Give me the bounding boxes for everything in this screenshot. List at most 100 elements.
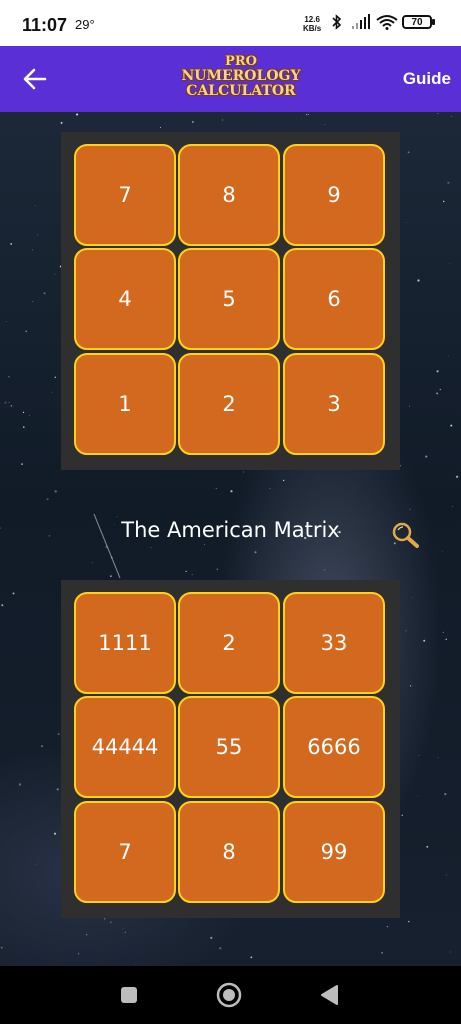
star [18, 783, 22, 786]
star [215, 487, 217, 490]
star [23, 426, 25, 428]
home-button[interactable] [215, 981, 243, 1013]
star [450, 116, 452, 117]
star [32, 300, 34, 302]
matrix-cell-6[interactable]: 6666 [283, 696, 385, 798]
grid1-cell-4[interactable]: 4 [74, 248, 176, 350]
star [425, 455, 428, 458]
star [269, 488, 271, 490]
star [250, 956, 253, 959]
grid1-cell-8[interactable]: 8 [178, 144, 280, 246]
star [442, 631, 444, 633]
guide-button[interactable]: Guide [403, 69, 451, 89]
star [445, 874, 447, 876]
star [442, 200, 445, 203]
matrix-cell-4[interactable]: 44444 [74, 696, 176, 798]
star [451, 506, 453, 507]
grid1-cell-1[interactable]: 1 [74, 353, 176, 455]
star [22, 411, 25, 414]
star [25, 330, 27, 333]
star [216, 568, 219, 571]
star [230, 490, 233, 493]
star [243, 471, 244, 473]
magnifier-icon [392, 522, 419, 548]
star [60, 121, 63, 124]
star [423, 639, 426, 642]
back-triangle-icon [321, 985, 338, 1005]
star [210, 936, 213, 940]
star [110, 921, 112, 923]
matrix-cell-9[interactable]: 99 [283, 801, 385, 903]
star [301, 118, 303, 119]
star [8, 401, 10, 403]
star [10, 405, 13, 407]
grid1-cell-3[interactable]: 3 [283, 353, 385, 455]
matrix-cell-2[interactable]: 2 [178, 592, 280, 694]
grid1-cell-5[interactable]: 5 [178, 248, 280, 350]
star [46, 498, 49, 501]
star [436, 392, 439, 395]
system-nav-bar [0, 966, 461, 1024]
star [1, 604, 4, 607]
grid1-cell-2[interactable]: 2 [178, 353, 280, 455]
back-nav-button[interactable] [318, 983, 340, 1011]
network-speed: 12.6 KB/s [303, 15, 321, 33]
wifi-icon [376, 14, 398, 34]
star [408, 920, 410, 923]
star [445, 638, 447, 641]
logo-line-1: PRO [225, 54, 257, 69]
star [192, 121, 194, 123]
matrix-cell-8[interactable]: 8 [178, 801, 280, 903]
star [10, 242, 13, 245]
star [405, 222, 407, 223]
star [449, 951, 451, 953]
star [221, 119, 223, 121]
grid1-cell-9[interactable]: 9 [283, 144, 385, 246]
matrix-cell-3[interactable]: 33 [283, 592, 385, 694]
star [408, 405, 411, 407]
star [439, 388, 441, 391]
search-button[interactable] [390, 520, 422, 552]
star [104, 918, 106, 920]
star [417, 795, 419, 797]
star [32, 249, 33, 251]
grid1-cell-7[interactable]: 7 [74, 144, 176, 246]
app-bar: PRO NUMEROLOGY CALCULATOR Guide [0, 46, 461, 112]
matrix-cell-1[interactable]: 1111 [74, 592, 176, 694]
star [444, 792, 447, 796]
matrix-cell-7[interactable]: 7 [74, 801, 176, 903]
star [282, 479, 285, 482]
star [409, 685, 412, 687]
star [308, 114, 309, 115]
logo-line-3: CALCULATOR [186, 83, 296, 99]
status-bar: 11:07 29° 12.6 KB/s 70 [0, 0, 461, 46]
grid-panel-american-matrix: 1111 2 33 44444 55 6666 7 8 99 [61, 580, 400, 918]
star [305, 113, 308, 116]
star [77, 953, 80, 955]
network-speed-unit: KB/s [303, 24, 322, 33]
status-temperature: 29° [75, 17, 95, 32]
matrix-cell-5[interactable]: 55 [178, 696, 280, 798]
star [417, 279, 420, 282]
star [54, 490, 57, 493]
grid1-cell-6[interactable]: 6 [283, 248, 385, 350]
recents-button[interactable] [119, 985, 139, 1009]
grid-panel-basic: 7 8 9 4 5 6 1 2 3 [61, 132, 400, 470]
star [324, 124, 326, 125]
star [150, 547, 152, 549]
battery-icon: 70 [402, 15, 435, 29]
square-icon [121, 987, 137, 1003]
star [54, 376, 56, 378]
back-button[interactable] [18, 62, 52, 96]
star [56, 788, 59, 791]
star [437, 757, 439, 759]
network-speed-value: 12.6 [304, 15, 320, 24]
star [5, 321, 7, 322]
star [191, 574, 193, 576]
star [401, 814, 403, 816]
star [122, 928, 124, 930]
logo-line-2: NUMEROLOGY [181, 68, 301, 84]
home-circle-icon [216, 982, 242, 1008]
star [12, 592, 15, 595]
content-area: 7 8 9 4 5 6 1 2 3 The American Matrix 11… [0, 112, 461, 966]
